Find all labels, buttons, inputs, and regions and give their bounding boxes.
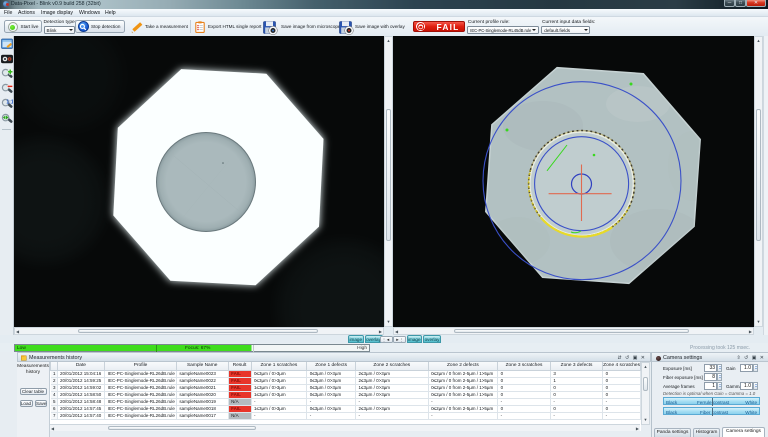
svg-text:1:1: 1:1 bbox=[6, 99, 13, 105]
